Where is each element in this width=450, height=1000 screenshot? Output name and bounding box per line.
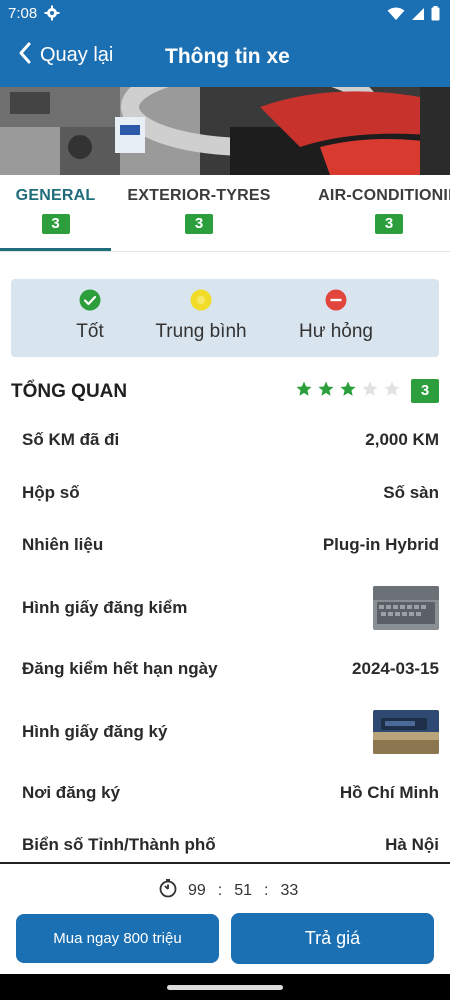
back-label: Quay lại bbox=[40, 44, 114, 66]
timer-seconds: 33 bbox=[280, 881, 299, 899]
section-title: TỔNG QUAN bbox=[11, 381, 128, 402]
row-value: 2024-03-15 bbox=[352, 659, 439, 678]
tab-label: EXTERIOR-TYRES bbox=[127, 187, 271, 204]
active-tab-indicator bbox=[0, 248, 111, 251]
row-label: Đăng kiểm hết hạn ngày bbox=[22, 659, 218, 678]
status-time: 7:08 bbox=[8, 5, 38, 22]
timer-minutes: 51 bbox=[234, 881, 253, 899]
row-mileage: Số KM đã đi 2,000 KM bbox=[22, 430, 439, 450]
tab-label: GENERAL bbox=[15, 187, 96, 204]
row-registration-place: Nơi đăng ký Hồ Chí Minh bbox=[22, 783, 439, 803]
app-bar: 7:08 Quay lại Thông tin xe bbox=[0, 0, 450, 87]
home-gesture-handle[interactable] bbox=[167, 985, 283, 990]
place-bid-button[interactable]: Trả giá bbox=[231, 913, 434, 964]
page-title: Thông tin xe bbox=[165, 45, 290, 68]
buy-now-button[interactable]: Mua ngay 800 triệu bbox=[16, 914, 219, 963]
inspection-document-thumbnail[interactable] bbox=[373, 586, 439, 630]
section-rating: 3 bbox=[295, 379, 439, 403]
registration-document-thumbnail[interactable] bbox=[373, 710, 439, 754]
stopwatch-icon bbox=[158, 878, 178, 903]
row-inspection-expiry: Đăng kiểm hết hạn ngày 2024-03-15 bbox=[22, 659, 439, 679]
row-value: 2,000 KM bbox=[365, 430, 439, 449]
row-plate-province: Biển số Tỉnh/Thành phố Hà Nội bbox=[22, 835, 439, 855]
tab-air-conditioning[interactable]: AIR-CONDITIONIN 3 bbox=[306, 175, 450, 251]
tab-count-badge: 3 bbox=[375, 214, 403, 234]
legend-label: Hư hỏng bbox=[299, 321, 373, 342]
row-label: Nhiên liệu bbox=[22, 535, 104, 554]
row-label: Hình giấy đăng kiểm bbox=[22, 598, 188, 617]
rating-badge: 3 bbox=[411, 379, 439, 403]
tab-exterior-tyres[interactable]: EXTERIOR-TYRES 3 bbox=[121, 175, 277, 251]
auction-timer: 99 : 51 : 33 bbox=[158, 878, 298, 903]
tab-general[interactable]: GENERAL 3 bbox=[0, 175, 111, 251]
chevron-left-icon bbox=[18, 42, 32, 69]
tab-label: AIR-CONDITIONIN bbox=[318, 187, 450, 204]
bottom-action-bar: 99 : 51 : 33 Mua ngay 800 triệu Trả giá bbox=[0, 862, 450, 974]
check-circle-icon bbox=[79, 289, 101, 311]
row-fuel: Nhiên liệu Plug-in Hybrid bbox=[22, 535, 439, 555]
star-filled-icon bbox=[339, 380, 357, 403]
star-empty-icon bbox=[383, 380, 401, 403]
dot-circle-icon bbox=[190, 289, 212, 311]
tab-count-badge: 3 bbox=[41, 214, 70, 234]
row-label: Biển số Tỉnh/Thành phố bbox=[22, 835, 216, 854]
row-inspection-photo: Hình giấy đăng kiểm bbox=[22, 586, 439, 630]
row-transmission: Hộp số Số sàn bbox=[22, 483, 439, 503]
signal-icon bbox=[411, 7, 425, 26]
tab-count-badge: 3 bbox=[185, 214, 213, 234]
timer-separator: : bbox=[217, 881, 223, 899]
row-label: Số KM đã đi bbox=[22, 430, 120, 449]
status-icons bbox=[387, 6, 440, 26]
category-tabs: GENERAL 3 EXTERIOR-TYRES 3 AIR-CONDITION… bbox=[0, 175, 450, 252]
row-label: Nơi đăng ký bbox=[22, 783, 121, 802]
battery-icon bbox=[431, 6, 440, 26]
star-filled-icon bbox=[317, 380, 335, 403]
star-filled-icon bbox=[295, 380, 313, 403]
legend-label: Tốt bbox=[76, 321, 104, 342]
row-registration-photo: Hình giấy đăng ký bbox=[22, 710, 439, 754]
legend-average: Trung bình bbox=[141, 289, 261, 343]
settings-gear-icon bbox=[44, 5, 60, 26]
timer-hours: 99 bbox=[188, 881, 206, 899]
row-value: Plug-in Hybrid bbox=[322, 535, 439, 554]
wifi-icon bbox=[387, 7, 405, 26]
legend-good: Tốt bbox=[55, 289, 125, 343]
system-nav-bar bbox=[0, 974, 450, 1000]
minus-circle-icon bbox=[325, 289, 347, 311]
legend-damaged: Hư hỏng bbox=[291, 289, 381, 343]
legend-label: Trung bình bbox=[155, 321, 247, 342]
row-label: Hình giấy đăng ký bbox=[22, 722, 168, 741]
condition-legend: Tốt Trung bình Hư hỏng bbox=[11, 279, 439, 357]
row-value: Hồ Chí Minh bbox=[339, 783, 439, 802]
vehicle-photo[interactable] bbox=[0, 87, 450, 175]
back-button[interactable]: Quay lại bbox=[18, 42, 113, 69]
row-value: Số sàn bbox=[383, 483, 439, 502]
row-value: Hà Nội bbox=[385, 835, 439, 854]
row-label: Hộp số bbox=[22, 483, 80, 502]
star-empty-icon bbox=[361, 380, 379, 403]
timer-separator: : bbox=[264, 881, 269, 899]
status-bar: 7:08 bbox=[0, 0, 450, 28]
